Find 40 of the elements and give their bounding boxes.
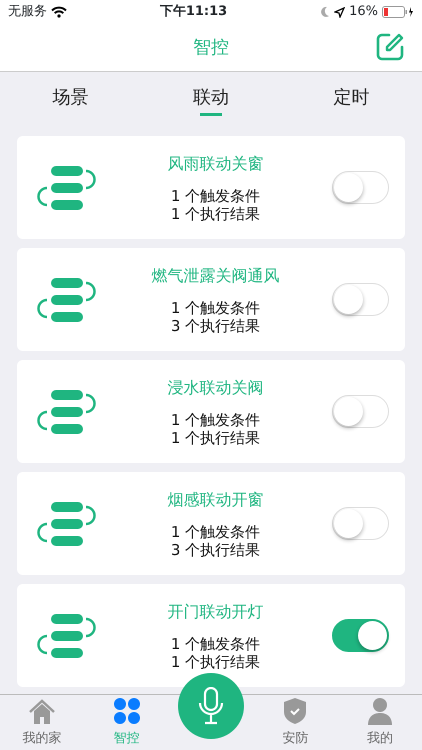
- home-icon: [28, 698, 56, 724]
- time-text: 下午11:13: [160, 3, 228, 22]
- trigger-count: 1 个触发条件: [170, 412, 260, 430]
- shield-icon: [283, 696, 308, 724]
- carrier-text: 无服务: [8, 3, 47, 22]
- result-count: 1 个执行结果: [170, 654, 260, 671]
- result-count: 3 个执行结果: [170, 318, 260, 335]
- trigger-count: 1 个触发条件: [170, 524, 260, 542]
- page-title: 智控: [193, 36, 229, 60]
- rule-name: 风雨联动关窗: [168, 153, 264, 176]
- location-icon: [334, 6, 346, 18]
- edit-icon[interactable]: [375, 32, 405, 62]
- rule-name: 烟感联动开窗: [168, 489, 264, 512]
- trigger-count: 1 个触发条件: [170, 300, 260, 318]
- rule-card[interactable]: 开门联动开灯 1 个触发条件 1 个执行结果: [17, 584, 405, 687]
- trigger-count: 1 个触发条件: [170, 636, 260, 654]
- toggle-switch[interactable]: [332, 619, 389, 652]
- moon-icon: [320, 6, 330, 18]
- battery-text: 16%: [349, 3, 378, 22]
- nav-tab[interactable]: 我的家: [0, 695, 84, 750]
- nav-tab[interactable]: 我的: [338, 695, 422, 750]
- rule-card[interactable]: 烟感联动开窗 1 个触发条件 3 个执行结果: [17, 472, 405, 575]
- battery-icon: [382, 6, 414, 18]
- rule-name: 燃气泄露关阀通风: [152, 265, 280, 288]
- result-count: 3 个执行结果: [170, 542, 260, 559]
- result-count: 1 个执行结果: [170, 430, 260, 447]
- grid-icon: [112, 696, 141, 724]
- rule-card[interactable]: 浸水联动关阀 1 个触发条件 1 个执行结果: [17, 360, 405, 463]
- tab[interactable]: 定时: [334, 80, 370, 120]
- wifi-icon: [51, 6, 67, 18]
- rule-card[interactable]: 燃气泄露关阀通风 1 个触发条件 3 个执行结果: [17, 248, 405, 351]
- rule-card[interactable]: 风雨联动关窗 1 个触发条件 1 个执行结果: [17, 136, 405, 239]
- nav-tab[interactable]: 安防: [253, 695, 338, 750]
- trigger-count: 1 个触发条件: [170, 188, 260, 206]
- rule-name: 浸水联动关阀: [168, 377, 264, 400]
- tab[interactable]: 场景: [52, 80, 88, 120]
- rule-name: 开门联动开灯: [168, 601, 264, 624]
- person-icon: [366, 696, 393, 724]
- microphone-icon: [198, 687, 224, 725]
- result-count: 1 个执行结果: [170, 206, 260, 223]
